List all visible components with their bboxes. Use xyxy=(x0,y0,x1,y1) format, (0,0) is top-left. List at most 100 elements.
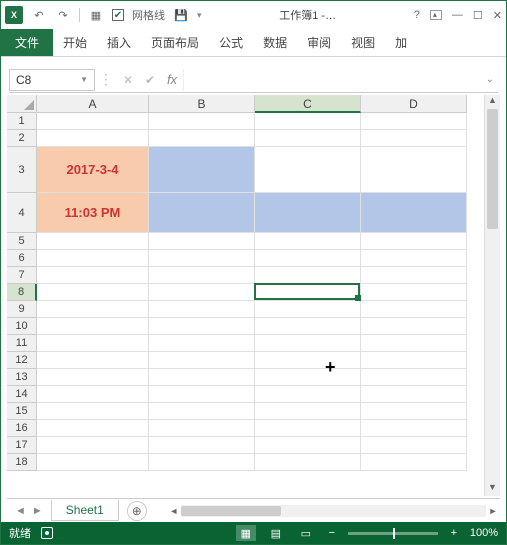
cell-D10[interactable] xyxy=(361,318,467,335)
row-header-13[interactable]: 13 xyxy=(7,369,37,386)
cell-C10[interactable] xyxy=(255,318,361,335)
scroll-right-icon[interactable]: ► xyxy=(486,506,500,516)
tab-more[interactable]: 加 xyxy=(385,29,417,56)
row-headers[interactable]: 123456789101112131415161718 xyxy=(7,113,37,471)
cell-B1[interactable] xyxy=(149,113,255,130)
tab-page-layout[interactable]: 页面布局 xyxy=(141,29,209,56)
cell-A7[interactable] xyxy=(37,267,149,284)
cell-C1[interactable] xyxy=(255,113,361,130)
cell-A3[interactable]: 2017-3-4 xyxy=(37,147,149,193)
tab-review[interactable]: 审阅 xyxy=(297,29,341,56)
cell-B5[interactable] xyxy=(149,233,255,250)
cell-A5[interactable] xyxy=(37,233,149,250)
cell-A1[interactable] xyxy=(37,113,149,130)
chevron-down-icon[interactable]: ▼ xyxy=(80,75,88,84)
cell-D13[interactable] xyxy=(361,369,467,386)
cell-D15[interactable] xyxy=(361,403,467,420)
cell-C11[interactable] xyxy=(255,335,361,352)
tab-formulas[interactable]: 公式 xyxy=(209,29,253,56)
row-header-6[interactable]: 6 xyxy=(7,250,37,267)
cell-D1[interactable] xyxy=(361,113,467,130)
row-header-16[interactable]: 16 xyxy=(7,420,37,437)
zoom-slider[interactable] xyxy=(348,532,438,535)
cell-C12[interactable] xyxy=(255,352,361,369)
cell-C9[interactable] xyxy=(255,301,361,318)
minimize-button[interactable]: — xyxy=(452,9,463,21)
cell-D14[interactable] xyxy=(361,386,467,403)
add-sheet-button[interactable]: ⊕ xyxy=(127,501,147,521)
horizontal-scrollbar[interactable]: ◄ ► xyxy=(167,505,500,517)
cell-A8[interactable] xyxy=(37,284,149,301)
formula-input[interactable] xyxy=(183,69,482,91)
cell-B4[interactable] xyxy=(149,193,255,233)
cell-B14[interactable] xyxy=(149,386,255,403)
zoom-in-button[interactable]: + xyxy=(448,527,460,539)
cell-D12[interactable] xyxy=(361,352,467,369)
cell-B8[interactable] xyxy=(149,284,255,301)
cell-B10[interactable] xyxy=(149,318,255,335)
cell-B7[interactable] xyxy=(149,267,255,284)
cell-A6[interactable] xyxy=(37,250,149,267)
row-header-14[interactable]: 14 xyxy=(7,386,37,403)
col-header-A[interactable]: A xyxy=(37,95,149,113)
cell-B11[interactable] xyxy=(149,335,255,352)
cell-D5[interactable] xyxy=(361,233,467,250)
cell-B18[interactable] xyxy=(149,454,255,471)
cell-C2[interactable] xyxy=(255,130,361,147)
row-header-12[interactable]: 12 xyxy=(7,352,37,369)
cell-A12[interactable] xyxy=(37,352,149,369)
cell-A13[interactable] xyxy=(37,369,149,386)
cell-A17[interactable] xyxy=(37,437,149,454)
select-all-button[interactable] xyxy=(7,95,37,113)
row-header-15[interactable]: 15 xyxy=(7,403,37,420)
sheet-next-icon[interactable]: ► xyxy=(32,505,43,517)
hscroll-thumb[interactable] xyxy=(181,506,281,516)
cell-A16[interactable] xyxy=(37,420,149,437)
cell-A18[interactable] xyxy=(37,454,149,471)
row-header-3[interactable]: 3 xyxy=(7,147,37,193)
scroll-down-icon[interactable]: ▼ xyxy=(485,482,500,496)
borders-button[interactable]: ▦ xyxy=(88,7,104,23)
cell-A15[interactable] xyxy=(37,403,149,420)
cell-C13[interactable] xyxy=(255,369,361,386)
view-page-break-button[interactable]: ▭ xyxy=(296,525,316,541)
ribbon-options-button[interactable]: ▴ xyxy=(430,10,442,20)
cell-C16[interactable] xyxy=(255,420,361,437)
row-header-17[interactable]: 17 xyxy=(7,437,37,454)
gridlines-checkbox[interactable]: ✔ xyxy=(112,9,124,21)
cell-D4[interactable] xyxy=(361,193,467,233)
cell-D17[interactable] xyxy=(361,437,467,454)
view-page-layout-button[interactable]: ▤ xyxy=(266,525,286,541)
cell-A10[interactable] xyxy=(37,318,149,335)
close-button[interactable]: ✕ xyxy=(493,9,502,22)
view-normal-button[interactable]: ▦ xyxy=(236,525,256,541)
row-header-18[interactable]: 18 xyxy=(7,454,37,471)
cell-B13[interactable] xyxy=(149,369,255,386)
cell-D18[interactable] xyxy=(361,454,467,471)
row-header-10[interactable]: 10 xyxy=(7,318,37,335)
save-button[interactable]: 💾 xyxy=(173,7,189,23)
row-header-1[interactable]: 1 xyxy=(7,113,37,130)
cell-D2[interactable] xyxy=(361,130,467,147)
tab-view[interactable]: 视图 xyxy=(341,29,385,56)
cell-C4[interactable] xyxy=(255,193,361,233)
cancel-icon[interactable]: ✕ xyxy=(117,69,139,91)
cell-A9[interactable] xyxy=(37,301,149,318)
cell-B12[interactable] xyxy=(149,352,255,369)
cell-D6[interactable] xyxy=(361,250,467,267)
cell-D11[interactable] xyxy=(361,335,467,352)
cell-C5[interactable] xyxy=(255,233,361,250)
redo-button[interactable]: ↷ xyxy=(55,7,71,23)
enter-icon[interactable]: ✔ xyxy=(139,69,161,91)
cell-B15[interactable] xyxy=(149,403,255,420)
cell-C17[interactable] xyxy=(255,437,361,454)
sheet-prev-icon[interactable]: ◄ xyxy=(15,505,26,517)
cell-A2[interactable] xyxy=(37,130,149,147)
tab-home[interactable]: 开始 xyxy=(53,29,97,56)
cell-C18[interactable] xyxy=(255,454,361,471)
cell-C7[interactable] xyxy=(255,267,361,284)
cells-container[interactable]: 2017-3-411:03 PM xyxy=(37,113,484,496)
row-header-8[interactable]: 8 xyxy=(7,284,37,301)
column-headers[interactable]: ABCD xyxy=(37,95,484,113)
expand-formula-icon[interactable]: ⌄ xyxy=(482,74,498,85)
